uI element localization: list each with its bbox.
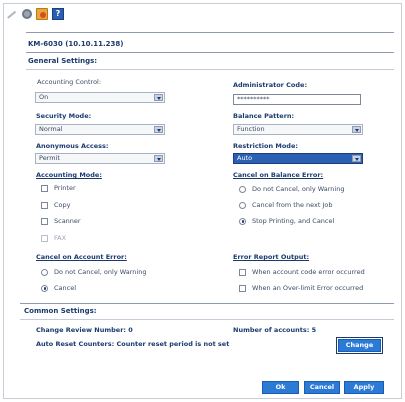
balance-error-option-warning[interactable]: Do not Cancel, only Warning <box>239 185 344 193</box>
chevron-down-icon <box>352 126 361 133</box>
device-title: KM-6030 (10.10.11.238) <box>28 40 124 48</box>
checkbox[interactable] <box>41 217 48 225</box>
restriction-mode-label: Restriction Mode: <box>233 142 298 150</box>
cancel-on-balance-error-label: Cancel on Balance Error: <box>233 171 324 179</box>
radio-button[interactable] <box>239 185 246 193</box>
radio-label: Cancel <box>54 284 77 292</box>
checkbox[interactable] <box>239 284 246 292</box>
change-review-number: Change Review Number: 0 <box>36 326 133 334</box>
chevron-down-icon <box>154 126 163 133</box>
accounting-mode-printer[interactable]: Printer <box>41 184 76 192</box>
anonymous-access-label: Anonymous Access: <box>36 142 109 150</box>
ok-button[interactable]: Ok <box>262 381 299 394</box>
administrator-code-field[interactable]: ********** <box>233 94 361 105</box>
divider <box>26 69 394 70</box>
balance-pattern-value: Function <box>237 125 265 133</box>
divider <box>20 303 394 304</box>
apply-button[interactable]: Apply <box>344 381 384 394</box>
checkbox-label: Printer <box>54 184 76 192</box>
checkbox[interactable] <box>239 268 246 276</box>
folder-icon[interactable] <box>36 8 48 20</box>
chevron-down-icon <box>154 94 163 101</box>
balance-error-option-next-job[interactable]: Cancel from the next Job <box>239 201 333 209</box>
restriction-mode-select[interactable]: Auto <box>233 153 363 164</box>
accounting-control-value: On <box>39 93 49 101</box>
checkbox-label: When an Over-limit Error occurred <box>252 284 364 292</box>
pencil-icon[interactable] <box>5 8 18 20</box>
accounting-mode-scanner[interactable]: Scanner <box>41 217 81 225</box>
security-mode-select[interactable]: Normal <box>35 124 165 135</box>
radio-label: Cancel from the next Job <box>252 201 333 209</box>
divider <box>26 52 394 53</box>
checkbox[interactable] <box>41 201 48 209</box>
toolbar: ? <box>5 6 64 22</box>
general-settings-title: General Settings: <box>28 57 98 65</box>
gear-icon[interactable] <box>22 9 32 19</box>
change-button[interactable]: Change <box>338 339 381 352</box>
chevron-down-icon <box>352 155 361 162</box>
radio-button[interactable] <box>239 217 246 225</box>
account-error-option-cancel[interactable]: Cancel <box>41 284 76 292</box>
checkbox <box>41 234 48 242</box>
common-settings-title: Common Settings: <box>24 307 97 315</box>
restriction-mode-value: Auto <box>237 154 253 162</box>
checkbox[interactable] <box>41 184 48 192</box>
error-report-over-limit[interactable]: When an Over-limit Error occurred <box>239 284 363 292</box>
number-of-accounts: Number of accounts: 5 <box>233 326 317 334</box>
administrator-code-label: Administrator Code: <box>233 81 308 89</box>
security-mode-label: Security Mode: <box>36 112 92 120</box>
checkbox-label: FAX <box>54 234 67 242</box>
radio-button[interactable] <box>239 201 246 209</box>
cancel-button[interactable]: Cancel <box>304 381 340 394</box>
anonymous-access-value: Permit <box>39 154 60 162</box>
accounting-mode-fax: FAX <box>41 234 66 242</box>
security-mode-value: Normal <box>39 125 63 133</box>
checkbox-label: When account code error occurred <box>252 268 365 276</box>
help-icon[interactable]: ? <box>52 8 64 20</box>
accounting-control-select[interactable]: On <box>35 92 165 103</box>
radio-label: Do not Cancel, only Warning <box>54 268 147 276</box>
accounting-mode-label: Accounting Mode: <box>36 171 102 179</box>
divider <box>20 319 394 320</box>
checkbox-label: Scanner <box>54 217 81 225</box>
auto-reset-counters: Auto Reset Counters: Counter reset perio… <box>36 340 230 348</box>
radio-button[interactable] <box>41 268 48 276</box>
balance-pattern-label: Balance Pattern: <box>233 112 295 120</box>
anonymous-access-select[interactable]: Permit <box>35 153 165 164</box>
radio-button[interactable] <box>41 284 48 292</box>
accounting-control-label: Accounting Control: <box>37 78 102 86</box>
accounting-mode-copy[interactable]: Copy <box>41 201 71 209</box>
balance-error-option-stop[interactable]: Stop Printing, and Cancel <box>239 217 334 225</box>
error-report-account-code[interactable]: When account code error occurred <box>239 268 365 276</box>
chevron-down-icon <box>154 155 163 162</box>
divider <box>26 32 394 33</box>
account-error-option-warning[interactable]: Do not Cancel, only Warning <box>41 268 146 276</box>
balance-pattern-select[interactable]: Function <box>233 124 363 135</box>
error-report-output-label: Error Report Output: <box>233 253 310 261</box>
radio-label: Stop Printing, and Cancel <box>252 217 335 225</box>
checkbox-label: Copy <box>54 201 71 209</box>
radio-label: Do not Cancel, only Warning <box>252 185 345 193</box>
cancel-on-account-error-label: Cancel on Account Error: <box>36 253 127 261</box>
